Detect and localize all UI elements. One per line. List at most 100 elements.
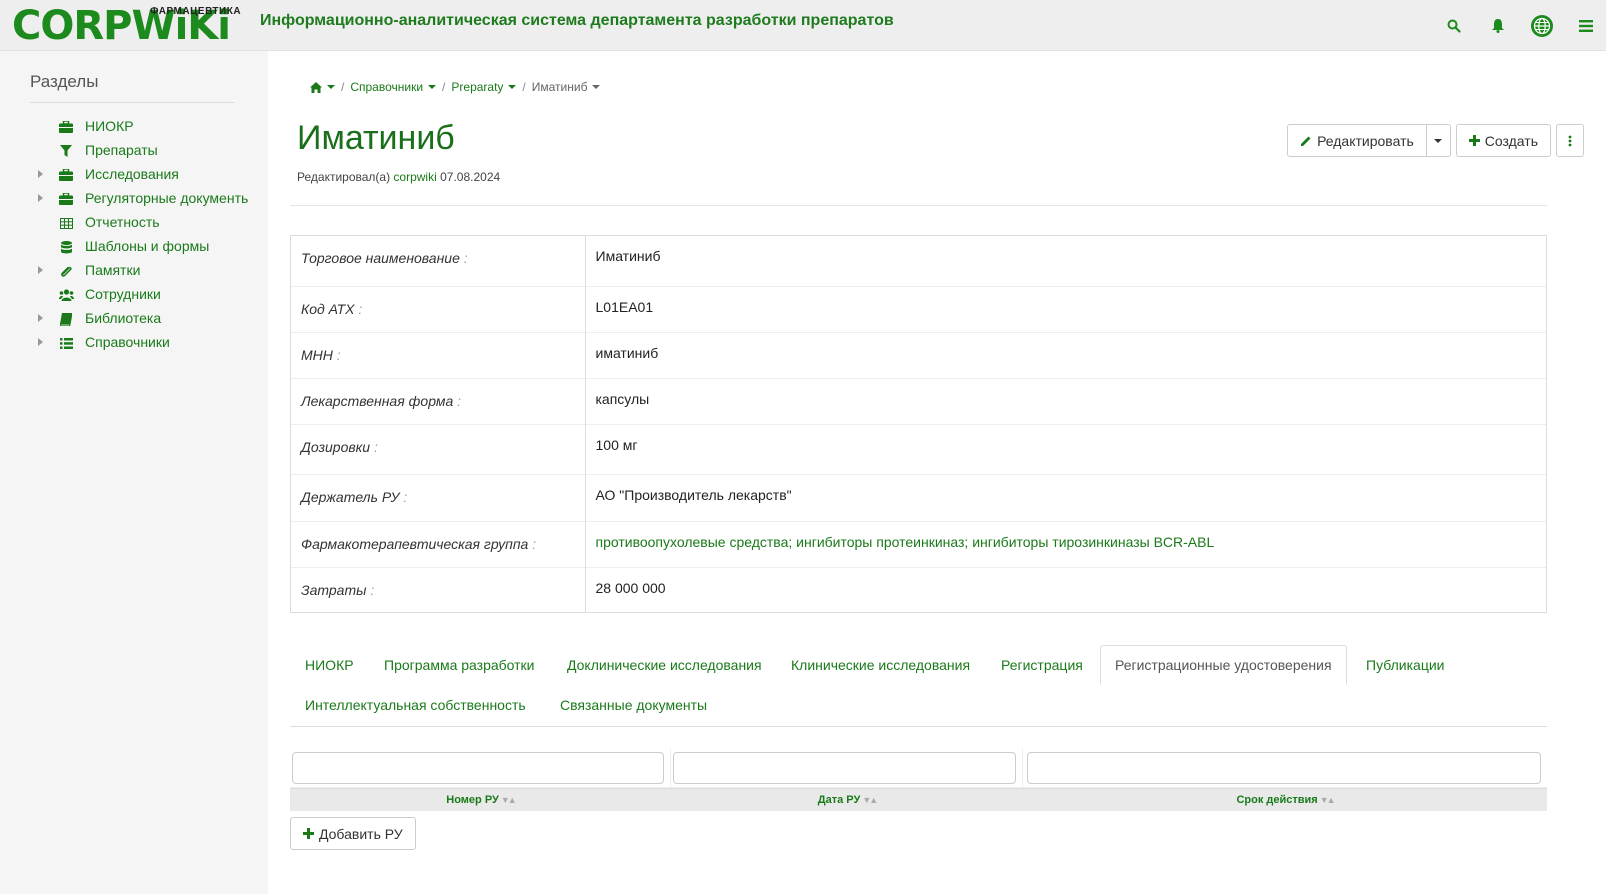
sidebar-item[interactable]: Отчетность [0,211,268,235]
bell-icon[interactable] [1478,6,1518,46]
expand-arrow-icon[interactable] [38,266,43,274]
sidebar-item-label: Шаблоны и формы [85,238,210,254]
details-row: Торговое наименование : Иматиниб [291,236,1546,286]
sidebar-item-label: Памятки [85,262,141,278]
filter-cell [671,748,1023,788]
chevron-down-icon [428,85,437,89]
filter-input-number[interactable] [292,752,664,784]
tab[interactable]: Связанные документы [545,685,722,725]
label-colon: : [358,300,363,317]
label-colon: : [336,346,341,363]
title-divider [290,205,1547,206]
tab[interactable]: Регистрация [986,645,1098,685]
sidebar-item-label: Препараты [85,142,158,158]
tab[interactable]: Регистрационные удостоверения [1100,645,1347,685]
details-value-text: 28 000 000 [595,579,666,596]
sidebar-item[interactable]: Препараты [0,139,268,163]
details-row: Лекарственная форма : капсулы [291,377,1546,424]
tab[interactable]: НИОКР [290,645,369,685]
filter-input-validity[interactable] [1027,752,1541,784]
column-header-validity[interactable]: Срок действия ▼▲ [1023,789,1547,811]
briefcase-icon [58,167,74,183]
details-label: МНН : [291,331,586,378]
details-label-text: Держатель РУ [301,488,400,505]
details-value-text: 100 мг [595,436,638,453]
sidebar-item[interactable]: Библиотека [0,307,268,331]
paperclip-icon [58,263,74,279]
create-button[interactable]: Создать [1455,124,1551,157]
filter-icon [58,143,74,159]
column-header-number[interactable]: Номер РУ ▼▲ [290,789,671,811]
details-row: Код АТХ : L01EA01 [291,285,1546,332]
details-label: Фармакотерапевтическая группа : [291,520,586,567]
chevron-down-icon [592,85,601,89]
briefcase-icon [58,191,74,207]
plus-icon [303,828,314,839]
label-colon: : [370,581,375,598]
more-options-button[interactable] [1556,124,1584,157]
expand-arrow-icon[interactable] [38,170,43,178]
sidebar-title: Разделы [30,72,99,91]
breadcrumb-home[interactable] [310,81,335,93]
tab[interactable]: Программа разработки [369,645,550,685]
home-icon [310,81,322,93]
details-label: Код АТХ : [291,285,586,332]
chevron-down-icon [327,85,335,89]
breadcrumb-label: Справочники [350,80,424,94]
sidebar-item[interactable]: Шаблоны и формы [0,235,268,259]
sidebar-item-label: Сотрудники [85,286,161,302]
sidebar-menu: НИОКР Препараты Исследования Регуляторные д… [0,115,268,355]
breadcrumb-item-references[interactable]: Справочники [350,80,437,94]
details-value: 100 мг [585,423,1546,474]
sidebar-item[interactable]: Памятки [0,259,268,283]
label-colon: : [457,392,462,409]
sort-icon: ▼▲ [500,795,517,805]
column-header-date[interactable]: Дата РУ ▼▲ [671,789,1023,811]
sidebar-item[interactable]: НИОКР [0,115,268,139]
breadcrumb-separator: / [442,80,446,94]
edited-date: 07.08.2024 [440,170,501,184]
sidebar-item[interactable]: Справочники [0,331,268,355]
edit-dropdown-button[interactable] [1426,124,1451,157]
edit-button-label: Редактировать [1317,132,1414,149]
edited-user-link[interactable]: corpwiki [393,170,436,184]
add-ru-button[interactable]: Добавить РУ [290,817,416,850]
tab[interactable]: Интеллектуальная собственность [290,685,541,725]
breadcrumb-item-current[interactable]: Иматиниб [532,80,601,94]
details-table: Торговое наименование : Иматиниб Код АТХ :… [291,236,1546,612]
label-colon: : [463,250,468,266]
tab[interactable]: Клинические исследования [776,645,985,685]
plus-icon [1468,135,1480,146]
search-icon[interactable] [1434,6,1474,46]
expand-arrow-icon[interactable] [38,194,43,202]
globe-icon[interactable] [1522,6,1562,46]
expand-arrow-icon[interactable] [38,338,43,346]
sidebar-item[interactable]: Регуляторные документь [0,187,268,211]
expand-arrow-icon[interactable] [38,314,43,322]
details-row: Держатель РУ : АО "Производитель лекарств… [291,473,1546,521]
breadcrumb-separator: / [341,80,345,94]
tab[interactable]: Доклинические исследования [552,645,777,685]
logo[interactable]: CORPWiKi ФАРМАЦЕВТИКА [12,4,242,48]
breadcrumb-separator: / [522,80,526,94]
sidebar-item[interactable]: Сотрудники [0,283,268,307]
edit-button[interactable]: Редактировать [1287,124,1427,157]
chevron-down-icon [1434,138,1443,143]
details-value: капсулы [585,377,1546,424]
filter-input-date[interactable] [673,752,1016,784]
details-value-link[interactable]: противоопухолевые средства; ингибиторы п… [596,534,1215,550]
breadcrumb-item-preparaty[interactable]: Preparaty [451,80,517,94]
sidebar-item-label: Отчетность [85,214,160,230]
page-actions: Редактировать Создать [1287,124,1584,157]
users-icon [58,287,74,303]
column-label: Срок действия [1236,794,1318,806]
tab[interactable]: Публикации [1351,645,1459,685]
sidebar: Разделы НИОКР Препараты Исследования Регуля… [0,51,268,894]
filter-row [290,748,1547,788]
sidebar-item-label: НИОКР [85,118,134,134]
sidebar-item[interactable]: Исследования [0,163,268,187]
column-label: Дата РУ [817,794,861,806]
breadcrumb-label: Preparaty [451,80,504,94]
sort-icon: ▼▲ [1319,795,1336,805]
menu-icon[interactable] [1566,6,1606,46]
